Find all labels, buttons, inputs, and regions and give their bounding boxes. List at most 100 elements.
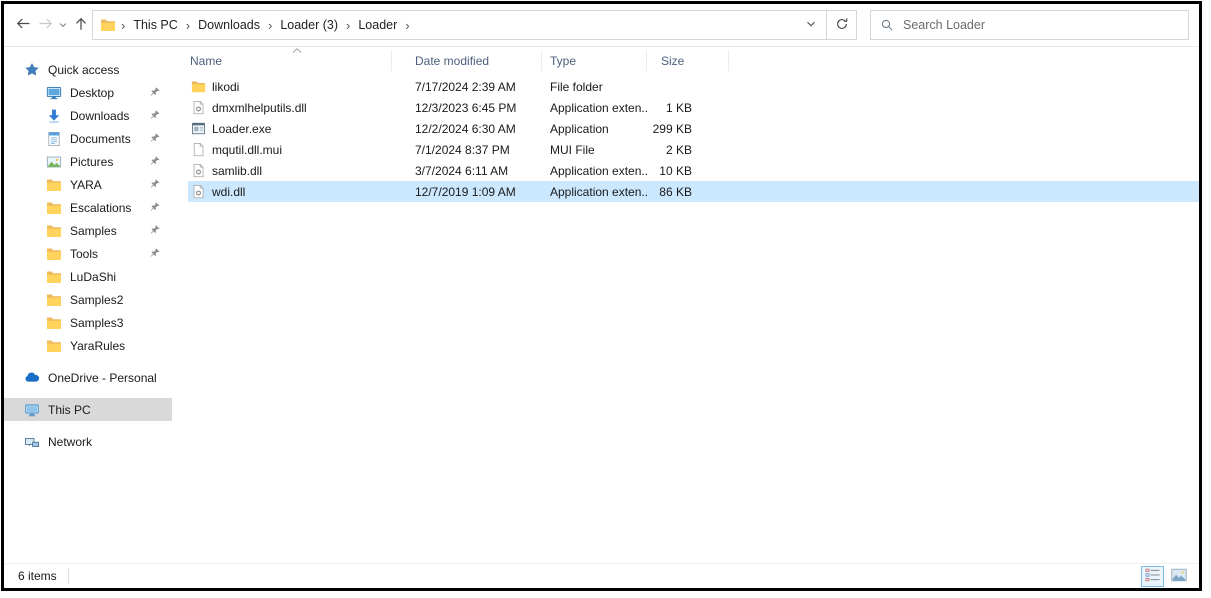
column-header-type[interactable]: Type	[542, 50, 647, 71]
statusbar-divider	[68, 568, 69, 584]
address-bar[interactable]: ›This PC›Downloads›Loader (3)›Loader›	[92, 10, 827, 40]
sidebar-item-escalations[interactable]: Escalations	[4, 196, 172, 219]
folder-icon	[100, 17, 116, 33]
chevron-down-icon	[58, 18, 68, 33]
column-header-date-modified[interactable]: Date modified	[392, 50, 542, 71]
sidebar-item-tools[interactable]: Tools	[4, 242, 172, 265]
sidebar-item-pictures[interactable]: Pictures	[4, 150, 172, 173]
file-row-samlib-dll[interactable]: samlib.dll 3/7/2024 6:11 AMApplication ex…	[188, 160, 1199, 181]
breadcrumb-item-this-pc[interactable]: This PC	[128, 18, 182, 32]
breadcrumb-item-loader[interactable]: Loader	[353, 18, 402, 32]
details-view-button[interactable]	[1141, 566, 1164, 587]
back-arrow-icon	[15, 16, 32, 34]
folder-icon	[46, 246, 62, 262]
file-name: Loader.exe	[212, 122, 271, 136]
recent-locations-button[interactable]	[56, 12, 70, 38]
file-type: Application exten...	[542, 97, 647, 118]
up-button[interactable]	[70, 12, 92, 38]
address-dropdown-button[interactable]	[796, 11, 826, 39]
file-name: samlib.dll	[212, 164, 262, 178]
sidebar-item-yararules[interactable]: YaraRules	[4, 334, 172, 357]
sidebar-item-network[interactable]: Network	[4, 430, 172, 453]
sidebar-item-documents[interactable]: Documents	[4, 127, 172, 150]
dll-icon	[191, 184, 206, 199]
pin-icon	[149, 224, 161, 236]
address-group: ›This PC›Downloads›Loader (3)›Loader›	[92, 10, 857, 40]
column-header-name-label: Name	[190, 54, 222, 68]
file-row-likodi[interactable]: likodi7/17/2024 2:39 AMFile folder	[188, 76, 1199, 97]
file-size: 1 KB	[647, 97, 729, 118]
sidebar-item-this-pc[interactable]: This PC	[4, 398, 172, 421]
sidebar-item-quick-access[interactable]: Quick access	[4, 58, 172, 81]
column-header-size[interactable]: Size	[647, 50, 729, 71]
thispc-icon	[24, 402, 40, 418]
onedrive-icon	[24, 370, 40, 386]
search-icon	[880, 18, 894, 32]
file-date-modified: 12/3/2023 6:45 PM	[392, 97, 542, 118]
file-size: 299 KB	[647, 118, 729, 139]
column-header-name[interactable]: Name	[188, 50, 392, 71]
star-icon	[24, 62, 40, 78]
breadcrumb-item-downloads[interactable]: Downloads	[193, 18, 265, 32]
chevron-down-icon	[805, 18, 817, 33]
forward-button[interactable]	[34, 12, 56, 38]
folder-icon	[46, 223, 62, 239]
sidebar-item-samples2[interactable]: Samples2	[4, 288, 172, 311]
file-row-dmxmlhelputils-dll[interactable]: dmxmlhelputils.dll12/3/2023 6:45 PMAppli…	[188, 97, 1199, 118]
search-input[interactable]: Search Loader	[903, 18, 985, 32]
file-name: likodi	[212, 80, 239, 94]
pictures-icon	[46, 154, 62, 170]
file-type: Application	[542, 118, 647, 139]
file-date-modified: 12/7/2019 1:09 AM	[392, 181, 542, 202]
items-count: 6 items	[18, 569, 57, 583]
sidebar-item-samples[interactable]: Samples	[4, 219, 172, 242]
file-row-wdi-dll[interactable]: wdi.dll12/7/2019 1:09 AMApplication exte…	[188, 181, 1199, 202]
folder-icon	[191, 79, 206, 94]
file-size: 86 KB	[647, 181, 729, 202]
pin-icon	[149, 247, 161, 259]
breadcrumb-chevron-icon[interactable]: ›	[265, 19, 275, 32]
column-header-size-label: Size	[661, 54, 684, 68]
details-view-icon	[1145, 568, 1161, 585]
breadcrumb-chevron-icon[interactable]: ›	[402, 19, 412, 32]
refresh-button[interactable]	[826, 10, 857, 40]
back-button[interactable]	[12, 12, 34, 38]
file-type: File folder	[542, 76, 647, 97]
pin-icon	[149, 178, 161, 190]
pin-icon	[149, 86, 161, 98]
downloads-icon	[46, 108, 62, 124]
breadcrumb-chevron-icon[interactable]: ›	[118, 19, 128, 32]
folder-icon	[46, 292, 62, 308]
file-date-modified: 12/2/2024 6:30 AM	[392, 118, 542, 139]
file-type: Application exten...	[542, 160, 647, 181]
breadcrumb-item-loader-3[interactable]: Loader (3)	[275, 18, 343, 32]
search-box[interactable]: Search Loader	[870, 10, 1189, 40]
thumbnails-view-button[interactable]	[1167, 566, 1190, 587]
folder-icon	[46, 269, 62, 285]
breadcrumb-chevron-icon[interactable]: ›	[343, 19, 353, 32]
sidebar-item-ludashi[interactable]: LuDaShi	[4, 265, 172, 288]
sidebar-item-onedrive-personal[interactable]: OneDrive - Personal	[4, 366, 172, 389]
file-row-mqutil-dll-mui[interactable]: mqutil.dll.mui7/1/2024 8:37 PMMUI File2 …	[188, 139, 1199, 160]
exe-icon	[191, 121, 206, 136]
sidebar: Quick accessDesktopDownloadsDocumentsPic…	[4, 47, 172, 563]
explorer-window: ›This PC›Downloads›Loader (3)›Loader› Se…	[1, 1, 1202, 591]
sort-ascending-icon	[292, 48, 302, 53]
column-header-date-label: Date modified	[415, 54, 489, 68]
column-headers: Name Date modified Type Size	[188, 50, 1199, 71]
file-list: likodi7/17/2024 2:39 AMFile folderdmxmlh…	[188, 76, 1199, 202]
pin-icon	[149, 132, 161, 144]
sidebar-item-desktop[interactable]: Desktop	[4, 81, 172, 104]
sidebar-item-samples3[interactable]: Samples3	[4, 311, 172, 334]
file-icon	[191, 142, 206, 157]
file-row-loader-exe[interactable]: Loader.exe 12/2/2024 6:30 AMApplication29…	[188, 118, 1199, 139]
sidebar-item-downloads[interactable]: Downloads	[4, 104, 172, 127]
documents-icon	[46, 131, 62, 147]
thumbnails-view-icon	[1171, 568, 1187, 585]
file-date-modified: 3/7/2024 6:11 AM	[392, 160, 542, 181]
breadcrumb-chevron-icon[interactable]: ›	[183, 19, 193, 32]
refresh-icon	[835, 17, 849, 34]
sidebar-item-yara[interactable]: YARA	[4, 173, 172, 196]
folder-icon	[46, 338, 62, 354]
toolbar: ›This PC›Downloads›Loader (3)›Loader› Se…	[4, 4, 1199, 47]
